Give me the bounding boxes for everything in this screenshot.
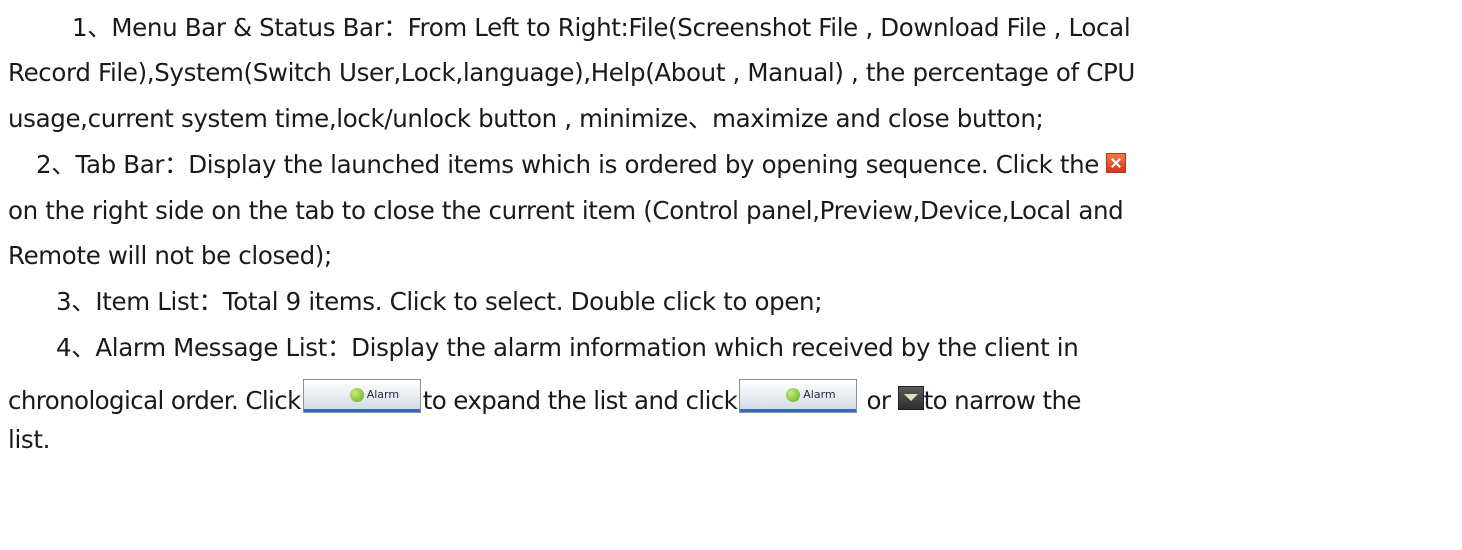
para4-line2-text-c: or	[866, 386, 891, 415]
para4-line2: chronological order. Click Alarm to expand…	[8, 379, 1082, 419]
para1-line3: usage,current system time,lock/unlock bu…	[8, 104, 1044, 133]
para2-line2: on the right side on the tab to close th…	[8, 196, 1124, 225]
para1-line1: 1、Menu Bar & Status Bar：From Left to Rig…	[72, 13, 1131, 42]
para2-line3: Remote will not be closed);	[8, 241, 332, 270]
alarm-icon	[349, 388, 364, 402]
alarm-button: Alarm	[739, 379, 858, 413]
alarm-icon	[786, 388, 801, 402]
alarm-button-label: Alarm	[366, 388, 400, 401]
alarm-button-label: Alarm	[803, 388, 836, 401]
para4-line1: 4、Alarm Message List：Display the alarm i…	[56, 333, 1079, 362]
chevron-down-icon	[897, 386, 924, 410]
para2-line1-text: 2、Tab Bar：Display the launched items whi…	[36, 150, 1100, 179]
para4-line3: list.	[8, 425, 51, 454]
alarm-button: Alarm	[302, 379, 421, 413]
para2-line1: 2、Tab Bar：Display the launched items whi…	[36, 147, 1127, 183]
close-icon	[1106, 153, 1127, 173]
para4-line2-text-d: to narrow the	[923, 386, 1082, 415]
para3-line1: 3、Item List：Total 9 items. Click to sele…	[56, 287, 823, 316]
para4-line2-text-a: chronological order. Click	[8, 386, 301, 415]
para1-line2: Record File),System(Switch User,Lock,lan…	[8, 58, 1135, 87]
para4-line2-text-b: to expand the list and click	[422, 386, 738, 415]
